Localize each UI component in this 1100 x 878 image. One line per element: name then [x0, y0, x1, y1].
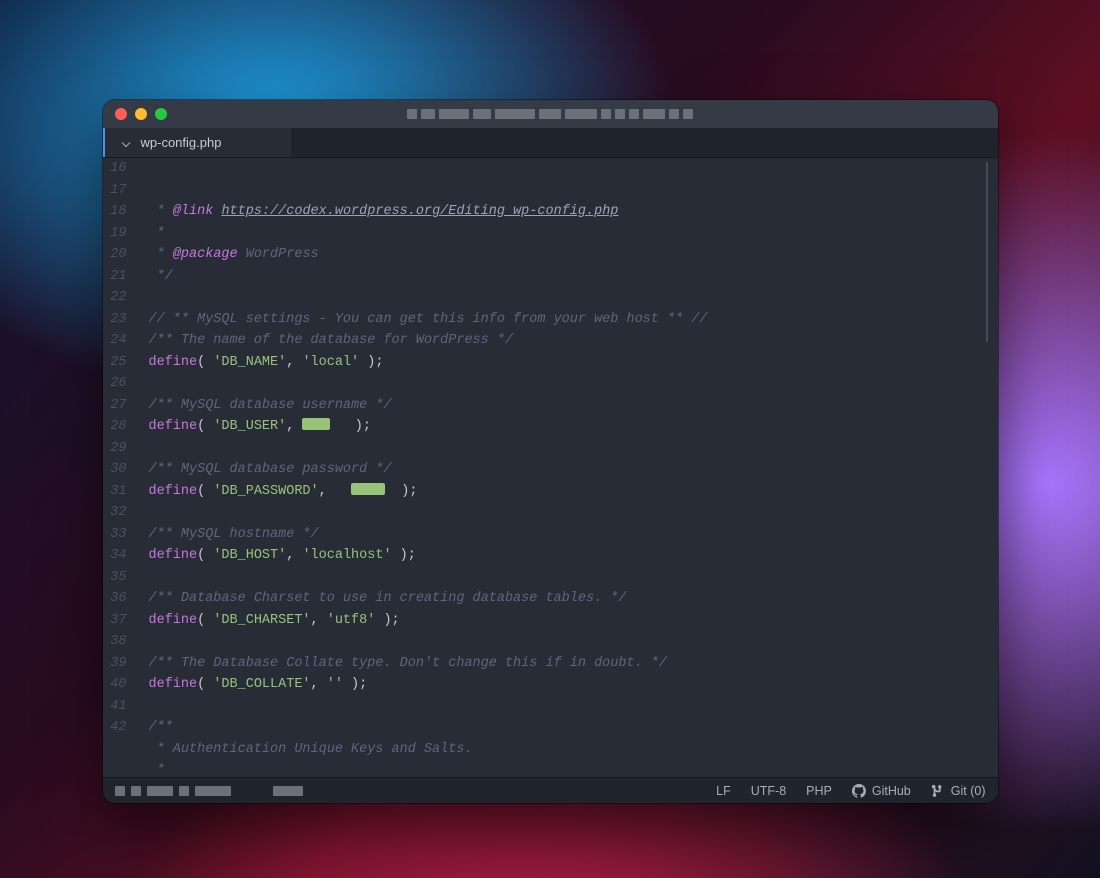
close-window-button[interactable] [115, 108, 127, 120]
github-icon [852, 784, 866, 798]
chevron-down-icon [121, 138, 129, 146]
scrollbar-minimap[interactable] [986, 162, 988, 342]
status-git[interactable]: Git (0) [931, 784, 986, 798]
line-number-gutter: 1617181920212223242526272829303132333435… [103, 158, 137, 777]
minimize-window-button[interactable] [135, 108, 147, 120]
editor-area[interactable]: 1617181920212223242526272829303132333435… [103, 158, 998, 777]
code-content[interactable]: * @link https://codex.wordpress.org/Edit… [137, 158, 998, 777]
titlebar[interactable] [103, 100, 998, 128]
git-branch-icon [931, 784, 945, 798]
status-bar: LF UTF-8 PHP GitHub Git (0) [103, 777, 998, 803]
status-left-blurred [115, 786, 303, 796]
redacted-db-password [351, 483, 385, 495]
title-text-blurred [407, 109, 693, 119]
status-language[interactable]: PHP [806, 784, 832, 798]
status-encoding[interactable]: UTF-8 [751, 784, 786, 798]
redacted-db-user [302, 418, 330, 430]
editor-window: wp-config.php 16171819202122232425262728… [103, 100, 998, 803]
maximize-window-button[interactable] [155, 108, 167, 120]
status-line-ending[interactable]: LF [716, 784, 731, 798]
status-github[interactable]: GitHub [852, 784, 911, 798]
traffic-lights [115, 108, 167, 120]
tab-wp-config[interactable]: wp-config.php [103, 128, 292, 157]
tab-label: wp-config.php [141, 135, 222, 150]
tab-bar: wp-config.php [103, 128, 998, 158]
